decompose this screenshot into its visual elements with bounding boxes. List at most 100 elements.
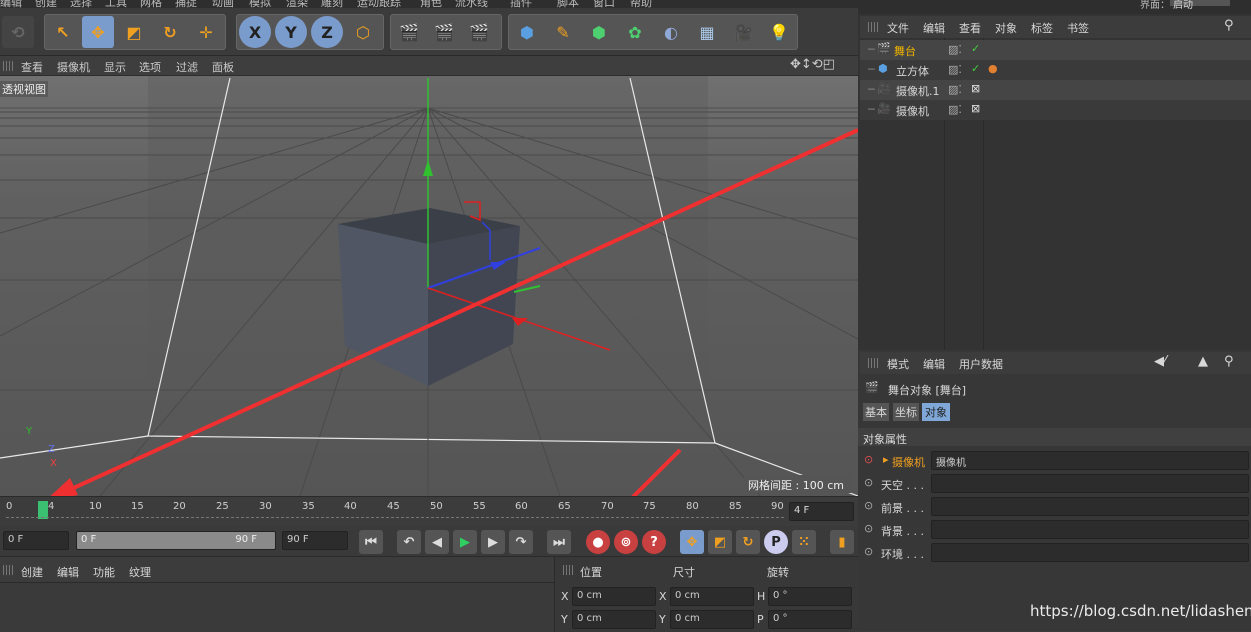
material-menu-edit[interactable]: 编辑 (57, 564, 79, 580)
subdivision-icon[interactable]: ⬢ (583, 16, 615, 48)
top-menu-item[interactable]: 模拟 (249, 0, 271, 8)
position-y-field[interactable]: 0 cm (572, 610, 656, 629)
object-name[interactable]: 立方体 (896, 63, 929, 79)
keyframe-selection-icon[interactable]: ? (642, 530, 666, 554)
top-menu-item[interactable]: 创建 (35, 0, 57, 8)
viewport-menu-view[interactable]: 查看 (21, 59, 43, 75)
visibility-toggle-icon[interactable]: ▨⁚ (948, 103, 962, 116)
viewport-nav-icons[interactable]: ✥↕⟲◰ (790, 57, 835, 72)
current-frame-field[interactable]: 4 F (789, 502, 854, 521)
viewport-menu-panel[interactable]: 面板 (212, 59, 234, 75)
cloner-icon[interactable]: ✿ (619, 16, 651, 48)
position-x-field[interactable]: 0 cm (572, 587, 656, 606)
play-forward-icon[interactable]: ▶ (453, 530, 477, 554)
visibility-toggle-icon[interactable]: ▨⁚ (948, 43, 962, 56)
top-menu-item[interactable]: 捕捉 (175, 0, 197, 8)
tab-basic[interactable]: 基本 (863, 403, 889, 421)
keyframe-toggle-icon[interactable]: ⊙ (864, 545, 873, 558)
om-menu-file[interactable]: 文件 (887, 20, 909, 36)
key-scale-icon[interactable]: ◩ (708, 530, 732, 554)
keyframe-toggle-icon[interactable]: ⊙ (864, 499, 873, 512)
pen-icon[interactable]: ✎ (547, 16, 579, 48)
background-link-field[interactable] (931, 520, 1249, 539)
am-menu-userdata[interactable]: 用户数据 (959, 356, 1003, 372)
keyframe-toggle-icon[interactable]: ⊙ (864, 453, 873, 466)
render-settings-icon[interactable]: 🎬 (463, 16, 495, 48)
floor-icon[interactable]: ▦ (691, 16, 723, 48)
undo-icon[interactable]: ⟲ (2, 16, 34, 48)
top-menu-item[interactable]: 网格 (140, 0, 162, 8)
rotate-tool-icon[interactable]: ↻ (154, 16, 186, 48)
top-menu-item[interactable]: 选择 (70, 0, 92, 8)
am-menu-edit[interactable]: 编辑 (923, 356, 945, 372)
tab-coord[interactable]: 坐标 (893, 403, 919, 421)
enabled-check-icon[interactable]: ✓ (971, 62, 980, 75)
object-row-camera-1[interactable]: ─ 🎥 摄像机.1 ▨⁚ ⊠ (860, 80, 1251, 100)
om-menu-tags[interactable]: 标签 (1031, 20, 1053, 36)
top-menu-item[interactable]: 渲染 (286, 0, 308, 8)
rotation-p-field[interactable]: 0 ° (768, 610, 852, 629)
om-menu-view[interactable]: 查看 (959, 20, 981, 36)
start-frame-field[interactable]: 0 F (3, 531, 69, 550)
material-tag-icon[interactable]: ● (988, 62, 998, 75)
tab-object[interactable]: 对象 (922, 403, 950, 421)
layout-dropdown[interactable]: 启动 (1170, 0, 1230, 11)
am-up-arrow-icon[interactable]: ▲ (1198, 354, 1208, 369)
next-key-icon[interactable]: ↷ (509, 530, 533, 554)
am-menu-mode[interactable]: 模式 (887, 356, 909, 372)
keyframe-toggle-icon[interactable]: ⊙ (864, 476, 873, 489)
viewport-menu-options[interactable]: 选项 (139, 59, 161, 75)
render-view-icon[interactable]: 🎬 (393, 16, 425, 48)
om-menu-object[interactable]: 对象 (995, 20, 1017, 36)
key-pla-icon[interactable]: ⁙ (792, 530, 816, 554)
object-row-camera[interactable]: ─ 🎥 摄像机 ▨⁚ ⊠ (860, 100, 1251, 120)
visibility-toggle-icon[interactable]: ▨⁚ (948, 83, 962, 96)
live-select-icon[interactable]: ↖ (47, 16, 79, 48)
previous-key-icon[interactable]: ↶ (397, 530, 421, 554)
key-parameter-icon[interactable]: P (764, 530, 788, 554)
timeline-window-icon[interactable]: ▮ (830, 530, 854, 554)
visibility-toggle-icon[interactable]: ▨⁚ (948, 63, 962, 76)
cube-icon[interactable]: ⬢ (511, 16, 543, 48)
camera-link-field[interactable]: 摄像机 (931, 451, 1249, 470)
move-tool-icon[interactable]: ✥ (82, 16, 114, 48)
viewport-menu-display[interactable]: 显示 (104, 59, 126, 75)
foreground-link-field[interactable] (931, 497, 1249, 516)
am-search-icon[interactable]: ⚲ (1224, 354, 1234, 369)
camera-icon[interactable]: 🎥 (727, 16, 759, 48)
rotation-h-field[interactable]: 0 ° (768, 587, 852, 606)
environment-link-field[interactable] (931, 543, 1249, 562)
camera-target-icon[interactable]: ⊠ (971, 102, 980, 115)
top-menu-item[interactable]: 脚本 (557, 0, 579, 8)
keyframe-toggle-icon[interactable]: ⊙ (864, 522, 873, 535)
y-axis-lock-icon[interactable]: Y (275, 16, 307, 48)
material-menu-function[interactable]: 功能 (93, 564, 115, 580)
transform-tool-icon[interactable]: ✛ (190, 16, 222, 48)
object-row-stage[interactable]: ─ 🎬 舞台 ▨⁚ ✓ (860, 40, 1251, 60)
render-picture-viewer-icon[interactable]: 🎬 (428, 16, 460, 48)
viewport-menu-camera[interactable]: 摄像机 (57, 59, 90, 75)
top-menu-item[interactable]: 流水线 (455, 0, 488, 8)
size-x-field[interactable]: 0 cm (670, 587, 754, 606)
x-axis-lock-icon[interactable]: X (239, 16, 271, 48)
top-menu-item[interactable]: 工具 (105, 0, 127, 8)
go-to-end-icon[interactable]: ⏭ (547, 530, 571, 554)
om-menu-bookmarks[interactable]: 书签 (1067, 20, 1089, 36)
object-name[interactable]: 舞台 (894, 43, 916, 59)
object-row-cube[interactable]: ─ ⬢ 立方体 ▨⁚ ✓ ● (860, 60, 1251, 80)
timeline-ruler[interactable]: 4 F 0 4 10 15 20 25 30 35 40 45 50 55 60 65 70 75 80 85 90 (0, 496, 858, 526)
top-menu-item[interactable]: 编辑 (0, 0, 22, 8)
key-position-icon[interactable]: ✥ (680, 530, 704, 554)
top-menu-item[interactable]: 角色 (420, 0, 442, 8)
material-menu-create[interactable]: 创建 (21, 564, 43, 580)
top-menu-item[interactable]: 插件 (510, 0, 532, 8)
enabled-check-icon[interactable]: ✓ (971, 42, 980, 55)
perspective-viewport[interactable]: 透视视图 Y Z X 网格间距 : 100 cm (0, 76, 858, 496)
om-search-icon[interactable]: ⚲ (1224, 18, 1234, 33)
link-expand-icon[interactable]: ▸ (883, 453, 889, 466)
top-menu-item[interactable]: 窗口 (593, 0, 615, 8)
coordinate-system-icon[interactable]: ⬡ (347, 16, 379, 48)
top-menu-item[interactable]: 雕刻 (321, 0, 343, 8)
object-name[interactable]: 摄像机 (896, 103, 929, 119)
size-y-field[interactable]: 0 cm (670, 610, 754, 629)
